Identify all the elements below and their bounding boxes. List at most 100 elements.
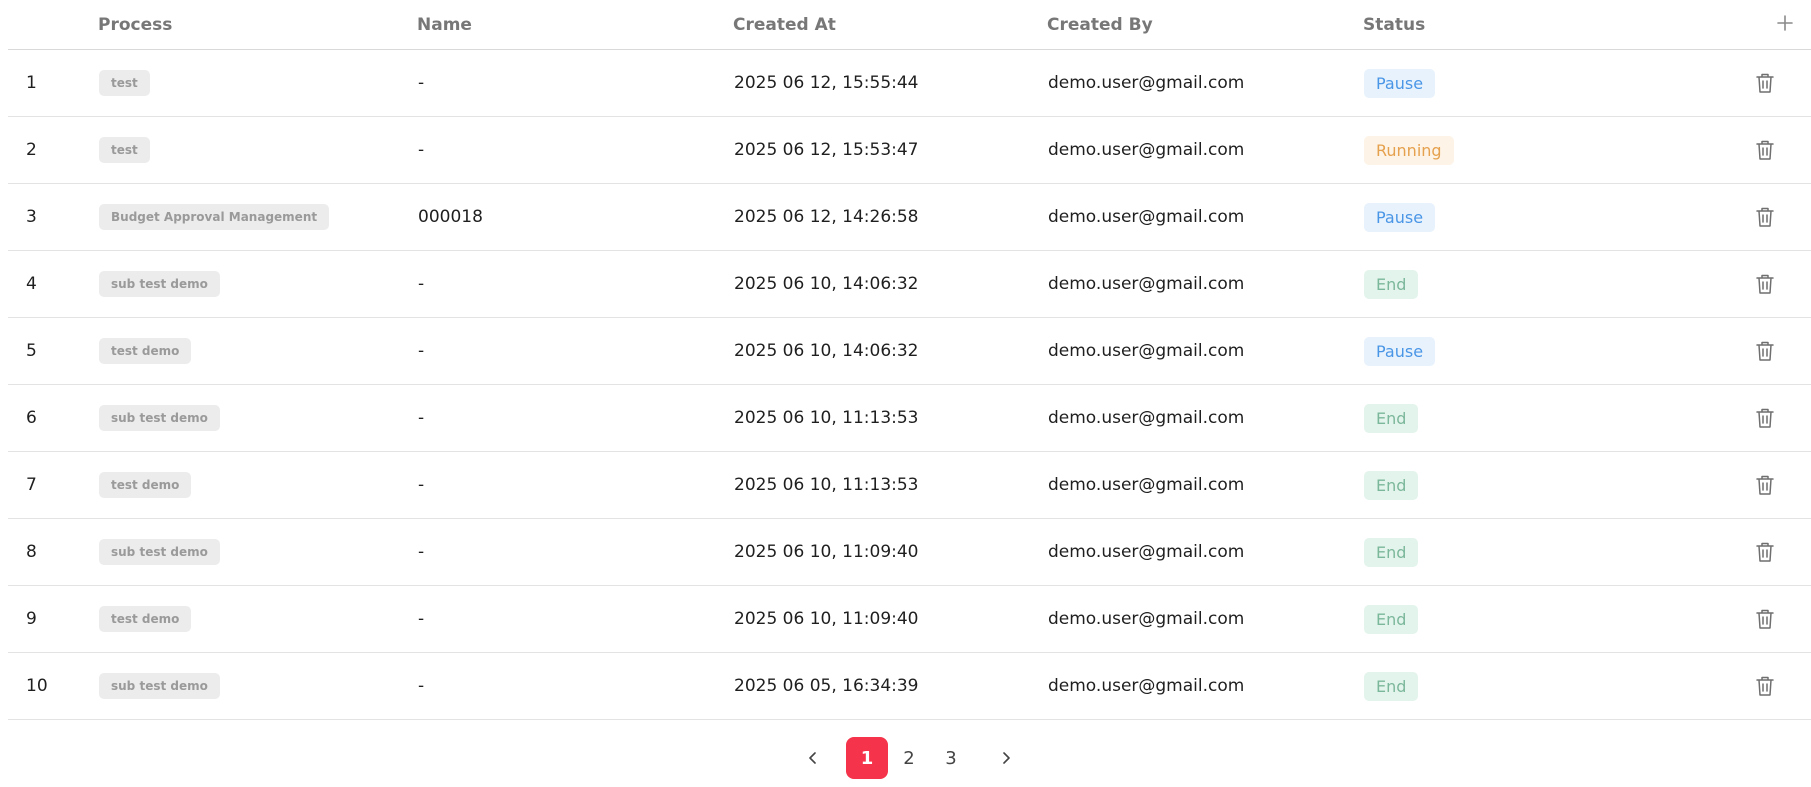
page-button-1[interactable]: 1 — [846, 737, 888, 779]
name-cell: - — [418, 408, 425, 428]
trash-icon — [1756, 341, 1774, 361]
row-index: 2 — [26, 140, 37, 160]
process-tag: sub test demo — [99, 539, 220, 565]
name-cell: - — [418, 140, 425, 160]
status-badge: Running — [1364, 135, 1454, 165]
delete-button[interactable] — [1752, 70, 1778, 96]
delete-cell — [1752, 653, 1778, 719]
created-by-cell: demo.user@gmail.com — [1048, 73, 1245, 93]
table-body: 1 test - 2025 06 12, 15:55:44 demo.user@gmai… — [8, 50, 1811, 720]
created-by-cell: demo.user@gmail.com — [1048, 676, 1245, 696]
process-tag: test — [99, 70, 150, 96]
process-tag: test — [99, 137, 150, 163]
name-cell: - — [418, 274, 425, 294]
created-at-cell: 2025 06 10, 11:13:53 — [734, 475, 919, 495]
status-cell: Pause — [1364, 318, 1436, 384]
process-tag: sub test demo — [99, 673, 220, 699]
created-at-cell: 2025 06 12, 15:53:47 — [734, 140, 919, 160]
status-badge: Pause — [1364, 336, 1436, 366]
table-row[interactable]: 1 test - 2025 06 12, 15:55:44 demo.user@gmai… — [8, 50, 1811, 117]
process-tag: test demo — [99, 472, 192, 498]
trash-icon — [1756, 274, 1774, 294]
table-row[interactable]: 9 test demo - 2025 06 10, 11:09:40 demo.user… — [8, 586, 1811, 653]
delete-button[interactable] — [1752, 606, 1778, 632]
plus-icon — [1777, 15, 1793, 31]
row-index: 1 — [26, 73, 37, 93]
add-process-button[interactable] — [1772, 10, 1798, 36]
delete-button[interactable] — [1752, 137, 1778, 163]
process-cell: sub test demo — [99, 251, 220, 317]
header-status: Status — [1363, 15, 1426, 35]
process-tag: sub test demo — [99, 271, 220, 297]
created-by-cell: demo.user@gmail.com — [1048, 609, 1245, 629]
header-name: Name — [417, 15, 472, 35]
delete-cell — [1752, 519, 1778, 585]
table-row[interactable]: 7 test demo - 2025 06 10, 11:13:53 demo.user… — [8, 452, 1811, 519]
process-cell: Budget Approval Management — [99, 184, 330, 250]
status-badge: Pause — [1364, 68, 1436, 98]
name-cell: - — [418, 73, 425, 93]
row-index: 3 — [26, 207, 37, 227]
delete-cell — [1752, 452, 1778, 518]
delete-cell — [1752, 117, 1778, 183]
table-row[interactable]: 6 sub test demo - 2025 06 10, 11:13:53 demo.… — [8, 385, 1811, 452]
table-row[interactable]: 2 test - 2025 06 12, 15:53:47 demo.user@gmai… — [8, 117, 1811, 184]
row-index: 5 — [26, 341, 37, 361]
table-row[interactable]: 8 sub test demo - 2025 06 10, 11:09:40 demo.… — [8, 519, 1811, 586]
header-created-at: Created At — [733, 15, 836, 35]
delete-cell — [1752, 50, 1778, 116]
process-cell: sub test demo — [99, 385, 220, 451]
trash-icon — [1756, 676, 1774, 696]
delete-button[interactable] — [1752, 338, 1778, 364]
table-row[interactable]: 3 Budget Approval Management 000018 2025 06… — [8, 184, 1811, 251]
delete-button[interactable] — [1752, 472, 1778, 498]
trash-icon — [1756, 140, 1774, 160]
table-row[interactable]: 5 test demo - 2025 06 10, 14:06:32 demo.user… — [8, 318, 1811, 385]
header-created-by: Created By — [1047, 15, 1153, 35]
prev-page-button[interactable] — [792, 737, 834, 779]
status-cell: Pause — [1364, 50, 1436, 116]
delete-button[interactable] — [1752, 673, 1778, 699]
name-cell: 000018 — [418, 207, 483, 227]
row-index: 10 — [26, 676, 48, 696]
trash-icon — [1756, 542, 1774, 562]
delete-button[interactable] — [1752, 539, 1778, 565]
trash-icon — [1756, 73, 1774, 93]
status-cell: End — [1364, 653, 1419, 719]
delete-button[interactable] — [1752, 271, 1778, 297]
created-at-cell: 2025 06 12, 14:26:58 — [734, 207, 919, 227]
delete-cell — [1752, 184, 1778, 250]
process-cell: test — [99, 117, 150, 183]
table-row[interactable]: 10 sub test demo - 2025 06 05, 16:34:39 demo… — [8, 653, 1811, 720]
created-by-cell: demo.user@gmail.com — [1048, 475, 1245, 495]
name-cell: - — [418, 676, 425, 696]
status-cell: Running — [1364, 117, 1454, 183]
created-at-cell: 2025 06 10, 14:06:32 — [734, 274, 919, 294]
created-by-cell: demo.user@gmail.com — [1048, 341, 1245, 361]
row-index: 6 — [26, 408, 37, 428]
table-row[interactable]: 4 sub test demo - 2025 06 10, 14:06:32 demo.… — [8, 251, 1811, 318]
pagination: 1 2 3 — [0, 737, 1811, 779]
next-page-button[interactable] — [985, 737, 1027, 779]
trash-icon — [1756, 408, 1774, 428]
status-badge: Pause — [1364, 202, 1436, 232]
page-button-3[interactable]: 3 — [930, 737, 972, 779]
status-cell: End — [1364, 519, 1419, 585]
created-at-cell: 2025 06 12, 15:55:44 — [734, 73, 919, 93]
created-by-cell: demo.user@gmail.com — [1048, 140, 1245, 160]
delete-button[interactable] — [1752, 204, 1778, 230]
process-cell: test demo — [99, 318, 192, 384]
process-cell: test demo — [99, 452, 192, 518]
created-by-cell: demo.user@gmail.com — [1048, 274, 1245, 294]
delete-cell — [1752, 586, 1778, 652]
trash-icon — [1756, 609, 1774, 629]
created-at-cell: 2025 06 10, 11:09:40 — [734, 542, 919, 562]
page-button-2[interactable]: 2 — [888, 737, 930, 779]
status-badge: End — [1364, 604, 1419, 634]
row-index: 8 — [26, 542, 37, 562]
table-header: Process Name Created At Created By Statu… — [8, 0, 1811, 50]
name-cell: - — [418, 341, 425, 361]
name-cell: - — [418, 542, 425, 562]
delete-button[interactable] — [1752, 405, 1778, 431]
status-cell: Pause — [1364, 184, 1436, 250]
